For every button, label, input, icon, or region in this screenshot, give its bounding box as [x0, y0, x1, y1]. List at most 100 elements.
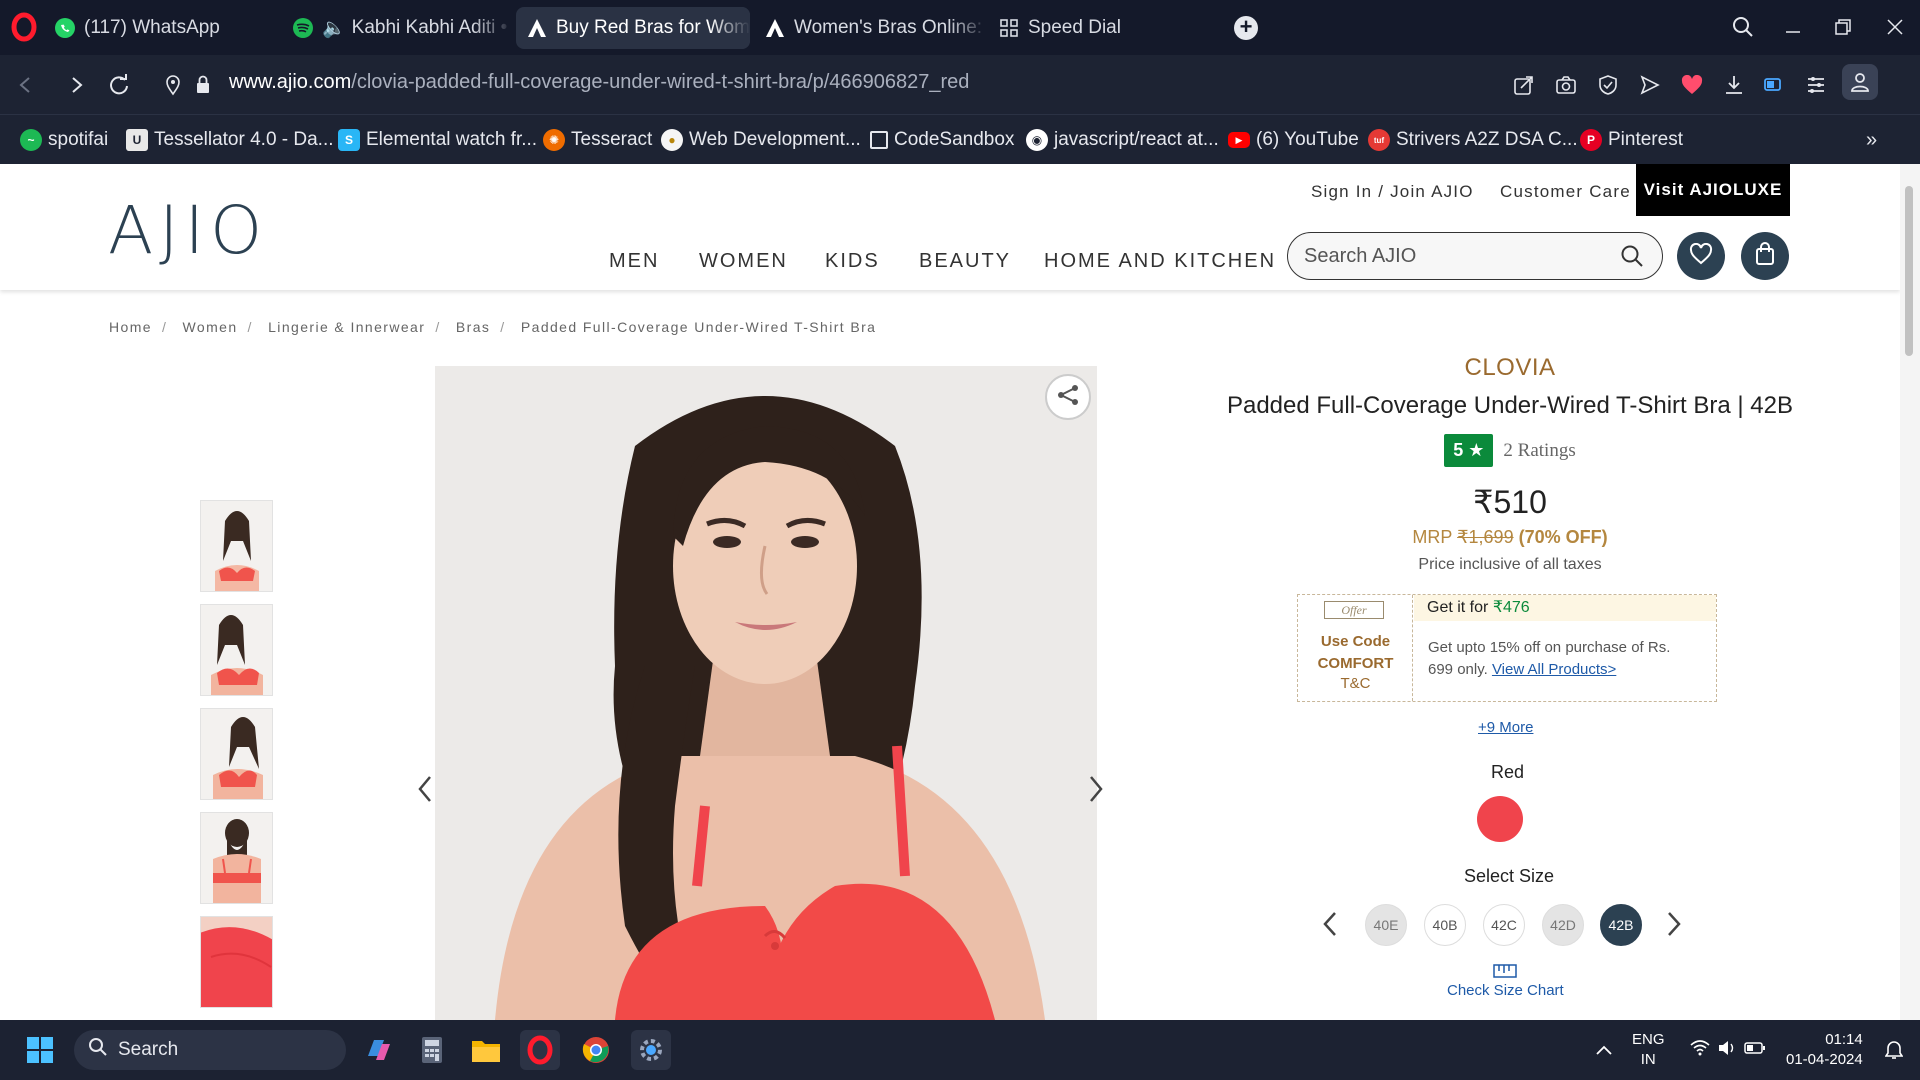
tab-ajio-active[interactable]: Buy Red Bras for Women [516, 7, 750, 49]
ajio-logo[interactable]: AJIO [108, 192, 268, 269]
language-indicator[interactable]: ENG IN [1632, 1030, 1665, 1070]
main-product-image[interactable] [435, 366, 1097, 1020]
size-prev-arrow[interactable] [1322, 910, 1338, 943]
bookmark-web-dev[interactable]: ● Web Development... [661, 126, 861, 154]
customer-care-link[interactable]: Customer Care [1500, 182, 1631, 202]
share-page-icon[interactable] [1509, 70, 1539, 100]
close-icon[interactable] [1880, 12, 1910, 42]
coupon-code[interactable]: COMFORT [1298, 653, 1413, 675]
restore-icon[interactable] [1828, 12, 1858, 42]
bookmark-github[interactable]: ◉ javascript/react at... [1026, 126, 1219, 154]
battery-saver-icon[interactable] [1759, 70, 1789, 100]
product-thumbnail[interactable] [200, 812, 273, 904]
nav-women[interactable]: WOMEN [699, 250, 788, 273]
nav-beauty[interactable]: BEAUTY [919, 250, 1011, 273]
size-option-42c[interactable]: 42C [1483, 904, 1525, 946]
snapshot-icon[interactable] [1551, 70, 1581, 100]
bookmark-tessellator[interactable]: U Tessellator 4.0 - Da... [126, 126, 334, 154]
visit-ajioluxe-button[interactable]: Visit AJIOLUXE [1636, 164, 1790, 216]
size-option-40e[interactable]: 40E [1365, 904, 1407, 946]
bookmark-strivers[interactable]: tuf Strivers A2Z DSA C... [1368, 126, 1578, 154]
tab-ajio-bras[interactable]: Women's Bras Online: Lo [754, 7, 988, 49]
forward-icon[interactable] [62, 70, 92, 100]
product-thumbnail[interactable] [200, 916, 273, 1008]
rating-badge[interactable]: 5 ★ [1444, 434, 1494, 467]
check-size-chart-link[interactable]: Check Size Chart [1447, 982, 1564, 999]
chrome-icon[interactable] [576, 1030, 616, 1070]
opera-taskbar-icon[interactable] [520, 1030, 560, 1070]
url-field[interactable]: www.ajio.com/clovia-padded-full-coverage… [229, 71, 969, 94]
minimize-icon[interactable] [1778, 12, 1808, 42]
bookmark-elemental[interactable]: S Elemental watch fr... [338, 126, 537, 154]
back-icon[interactable] [10, 70, 40, 100]
search-input[interactable] [1304, 243, 1604, 269]
download-icon[interactable] [1719, 70, 1749, 100]
easy-setup-icon[interactable] [1801, 70, 1831, 100]
location-pin-icon[interactable] [158, 70, 188, 100]
breadcrumb-women[interactable]: Women [183, 319, 238, 335]
prev-image-arrow[interactable] [416, 774, 434, 809]
nav-kids[interactable]: KIDS [825, 250, 880, 273]
bookmark-spotifai[interactable]: ~ spotifai [20, 126, 108, 154]
bookmark-codesandbox[interactable]: CodeSandbox [870, 126, 1014, 154]
view-all-products-link[interactable]: View All Products> [1492, 661, 1616, 678]
product-brand[interactable]: CLOVIA [1180, 354, 1840, 382]
nav-men[interactable]: MEN [609, 250, 659, 273]
copilot-icon[interactable] [358, 1030, 398, 1070]
offer-tc-link[interactable]: T&C [1298, 675, 1413, 692]
product-thumbnail[interactable] [200, 500, 273, 592]
bookmark-pinterest[interactable]: P Pinterest [1580, 126, 1683, 154]
tab-search-icon[interactable] [1728, 12, 1758, 42]
calculator-icon[interactable] [412, 1030, 452, 1070]
chevron-double-right-icon[interactable]: » [1866, 129, 1877, 152]
page-scrollbar[interactable] [1900, 164, 1920, 1020]
ruler-icon[interactable] [1493, 964, 1517, 983]
windows-start-icon[interactable] [20, 1030, 60, 1070]
breadcrumb-bras[interactable]: Bras [456, 319, 490, 335]
size-option-42d[interactable]: 42D [1542, 904, 1584, 946]
notification-bell-icon[interactable] [1874, 1030, 1914, 1070]
taskbar-search[interactable]: Search [74, 1030, 346, 1070]
breadcrumb-home[interactable]: Home [109, 319, 152, 335]
size-option-42b[interactable]: 42B [1600, 904, 1642, 946]
reload-icon[interactable] [104, 70, 134, 100]
more-offers-link[interactable]: +9 More [1478, 719, 1533, 736]
search-icon[interactable] [1620, 244, 1644, 273]
adblock-shield-icon[interactable] [1593, 70, 1623, 100]
color-swatch-red[interactable] [1477, 796, 1523, 842]
tab-whatsapp[interactable]: (117) WhatsApp [44, 7, 282, 49]
next-image-arrow[interactable] [1087, 774, 1105, 809]
product-thumbnail[interactable] [200, 604, 273, 696]
bookmark-tesseract[interactable]: ✺ Tesseract [543, 126, 652, 154]
scrollbar-thumb[interactable] [1905, 186, 1913, 356]
flow-send-icon[interactable] [1635, 70, 1665, 100]
clock[interactable]: 01:14 01-04-2024 [1786, 1030, 1863, 1070]
wishlist-button[interactable] [1677, 232, 1725, 280]
sign-in-link[interactable]: Sign In / Join AJIO [1311, 182, 1474, 202]
ratings-count[interactable]: 2 Ratings [1503, 440, 1575, 462]
bookmark-youtube[interactable]: ▶ (6) YouTube [1228, 126, 1359, 154]
system-tray-status[interactable] [1680, 1030, 1776, 1070]
lock-icon[interactable] [188, 70, 218, 100]
opera-menu-icon[interactable] [10, 12, 38, 42]
codesandbox-icon [870, 131, 888, 149]
bookmark-heart-icon[interactable] [1677, 70, 1707, 100]
tab-speed-dial[interactable]: Speed Dial [988, 7, 1218, 49]
new-tab-button[interactable]: + [1234, 16, 1258, 40]
breadcrumb-lingerie[interactable]: Lingerie & Innerwear [268, 319, 425, 335]
size-next-arrow[interactable] [1666, 910, 1682, 943]
offer-code-section: Offer Use Code COMFORT T&C [1298, 595, 1413, 701]
share-icon [1056, 383, 1080, 412]
size-option-40b[interactable]: 40B [1424, 904, 1466, 946]
product-thumbnail[interactable] [200, 708, 273, 800]
profile-icon[interactable] [1842, 64, 1878, 100]
cart-button[interactable] [1741, 232, 1789, 280]
file-explorer-icon[interactable] [466, 1030, 506, 1070]
discount-label: (70% OFF) [1518, 527, 1608, 547]
tab-spotify[interactable]: 🔈 Kabhi Kabhi Aditi • R [282, 7, 512, 49]
chevron-up-icon[interactable] [1584, 1030, 1624, 1070]
speaker-icon[interactable]: 🔈 [322, 16, 346, 40]
share-button[interactable] [1045, 374, 1091, 420]
nav-home-and-kitchen[interactable]: HOME AND KITCHEN [1044, 250, 1276, 273]
settings-icon[interactable] [631, 1030, 671, 1070]
